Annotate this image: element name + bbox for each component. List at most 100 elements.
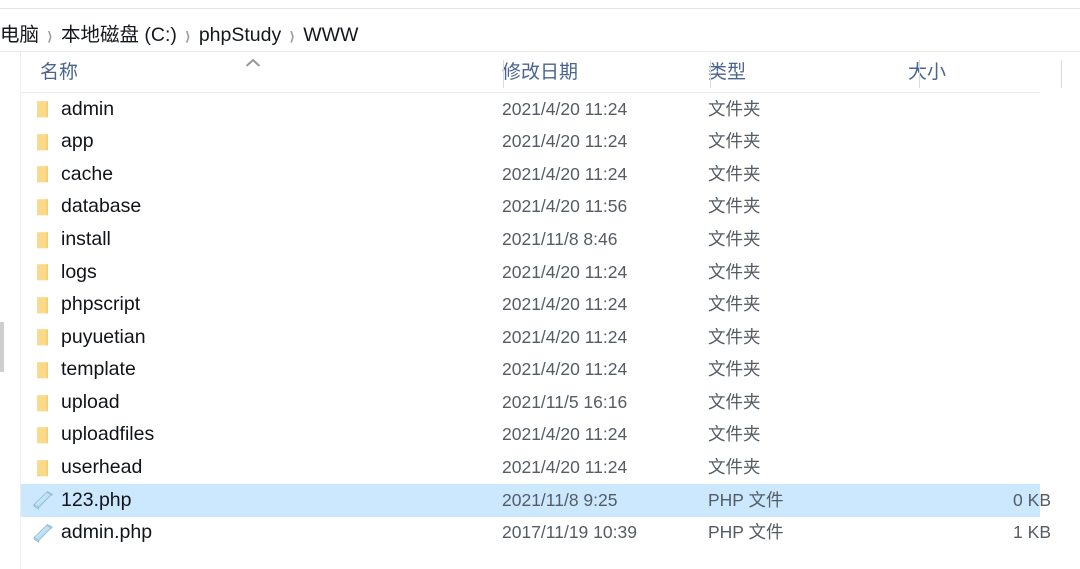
file-size-cell [898,126,1056,159]
file-type-label: 文件夹 [708,131,761,152]
file-type-label: 文件夹 [708,391,761,412]
file-row[interactable]: app 2021/4/20 11:24 文件夹 [21,126,1040,159]
folder-icon [30,357,56,383]
column-resize-handle[interactable] [710,60,711,88]
file-row[interactable]: install 2021/11/8 8:46 文件夹 [21,223,1040,256]
file-date-cell: 2021/4/20 11:24 [492,158,698,191]
file-name-cell[interactable]: install [21,223,492,256]
file-size-cell [898,452,1056,485]
breadcrumb[interactable]: 电脑 ⟩ 本地磁盘 (C:) ⟩ phpStudy ⟩ WWW [0,20,1080,52]
file-date-label: 2021/4/20 11:24 [502,326,628,347]
file-size-cell [898,191,1056,224]
file-type-cell: 文件夹 [698,223,898,256]
file-row[interactable]: logs 2021/4/20 11:24 文件夹 [21,256,1040,289]
file-type-label: 文件夹 [708,294,761,315]
file-row[interactable]: 123.php 2021/11/8 9:25 PHP 文件 0 KB [21,484,1051,517]
file-date-label: 2021/4/20 11:24 [502,98,628,119]
file-name-cell[interactable]: logs [21,256,492,289]
file-name-cell[interactable]: phpscript [21,289,492,322]
file-size-cell [898,386,1056,419]
file-row[interactable]: uploadfiles 2021/4/20 11:24 文件夹 [21,419,1040,452]
file-type-cell: PHP 文件 [698,484,898,517]
file-row[interactable]: puyuetian 2021/4/20 11:24 文件夹 [21,321,1040,354]
breadcrumb-item-computer[interactable]: 电脑 [0,26,39,46]
folder-icon [30,390,56,416]
file-explorer-window: 电脑 ⟩ 本地磁盘 (C:) ⟩ phpStudy ⟩ WWW 名称 修改日期 … [0,0,1080,569]
file-name-cell[interactable]: admin [21,93,492,126]
file-name-cell[interactable]: puyuetian [21,321,492,354]
breadcrumb-item-local-disk[interactable]: 本地磁盘 (C:) [61,26,177,46]
file-name-label: install [61,227,111,250]
file-name-cell[interactable]: 123.php [21,484,492,517]
file-name-label: admin [61,97,115,120]
file-size-cell [898,256,1056,289]
file-date-cell: 2021/4/20 11:24 [492,419,698,452]
file-name-label: admin.php [61,521,153,544]
file-date-label: 2021/4/20 11:56 [502,196,628,217]
file-type-cell: 文件夹 [698,158,898,191]
file-size-cell [898,223,1056,256]
file-type-cell: PHP 文件 [698,517,898,550]
file-size-label: 0 KB [1013,489,1051,510]
column-resize-handle[interactable] [503,60,504,88]
breadcrumb-separator-icon: ⟩ [184,29,191,44]
file-date-label: 2021/4/20 11:24 [502,359,628,380]
file-name-label: uploadfiles [61,423,155,446]
file-type-label: 文件夹 [708,359,761,380]
file-name-cell[interactable]: uploadfiles [21,419,492,452]
file-name-cell[interactable]: userhead [21,452,492,485]
file-name-label: logs [61,260,97,283]
file-name-label: phpscript [61,293,141,316]
file-name-cell[interactable]: admin.php [21,517,492,550]
file-size-cell: 1 KB [898,517,1056,550]
file-row[interactable]: userhead 2021/4/20 11:24 文件夹 [21,452,1040,485]
folder-icon [30,259,56,285]
vertical-scrollbar-thumb[interactable] [0,322,4,372]
column-resize-handle[interactable] [919,60,920,88]
file-name-cell[interactable]: app [21,126,492,159]
column-header-name-label: 名称 [40,61,79,83]
folder-icon [30,422,56,448]
window-top-divider [0,8,1080,9]
breadcrumb-item-www[interactable]: WWW [303,26,358,46]
file-date-label: 2021/11/8 8:46 [502,228,618,249]
file-name-cell[interactable]: template [21,354,492,387]
file-name-cell[interactable]: cache [21,158,492,191]
file-row[interactable]: admin.php 2017/11/19 10:39 PHP 文件 1 KB [21,517,1051,550]
column-header-type[interactable]: 类型 [698,52,898,92]
column-header-date-modified[interactable]: 修改日期 [492,52,697,92]
breadcrumb-separator-icon: ⟩ [289,29,296,44]
file-type-cell: 文件夹 [698,256,898,289]
file-type-cell: 文件夹 [698,419,898,452]
file-row[interactable]: cache 2021/4/20 11:24 文件夹 [21,158,1040,191]
file-name-cell[interactable]: upload [21,386,492,419]
file-row[interactable]: upload 2021/11/5 16:16 文件夹 [21,386,1040,419]
file-date-label: 2021/4/20 11:24 [502,163,628,184]
file-name-label: app [61,130,94,153]
file-date-cell: 2021/11/8 9:25 [492,484,698,517]
file-row[interactable]: database 2021/4/20 11:56 文件夹 [21,191,1040,224]
file-date-cell: 2021/4/20 11:24 [492,452,698,485]
file-type-label: 文件夹 [708,163,761,184]
column-header-bar: 名称 修改日期 类型 大小 [21,52,1062,92]
file-type-cell: 文件夹 [698,191,898,224]
file-type-label: 文件夹 [708,261,761,282]
file-row[interactable]: template 2021/4/20 11:24 文件夹 [21,354,1040,387]
file-type-label: 文件夹 [708,196,761,217]
file-row[interactable]: admin 2021/4/20 11:24 文件夹 [21,93,1040,126]
file-name-label: template [61,358,136,381]
folder-icon [30,96,56,122]
column-resize-handle[interactable] [1061,60,1062,88]
sort-ascending-chevron-up-icon [246,58,260,68]
file-row[interactable]: phpscript 2021/4/20 11:24 文件夹 [21,289,1040,322]
file-date-label: 2021/4/20 11:24 [502,294,628,315]
breadcrumb-item-phpstudy[interactable]: phpStudy [199,26,281,46]
folder-icon [30,455,56,481]
file-name-cell[interactable]: database [21,191,492,224]
column-header-size-label: 大小 [908,61,947,83]
file-type-label: 文件夹 [708,424,761,445]
file-date-label: 2021/4/20 11:24 [502,131,628,152]
file-name-label: puyuetian [61,325,146,348]
file-list[interactable]: admin 2021/4/20 11:24 文件夹 app 2021/4/20 11:2… [21,93,1051,569]
folder-icon [30,194,56,220]
